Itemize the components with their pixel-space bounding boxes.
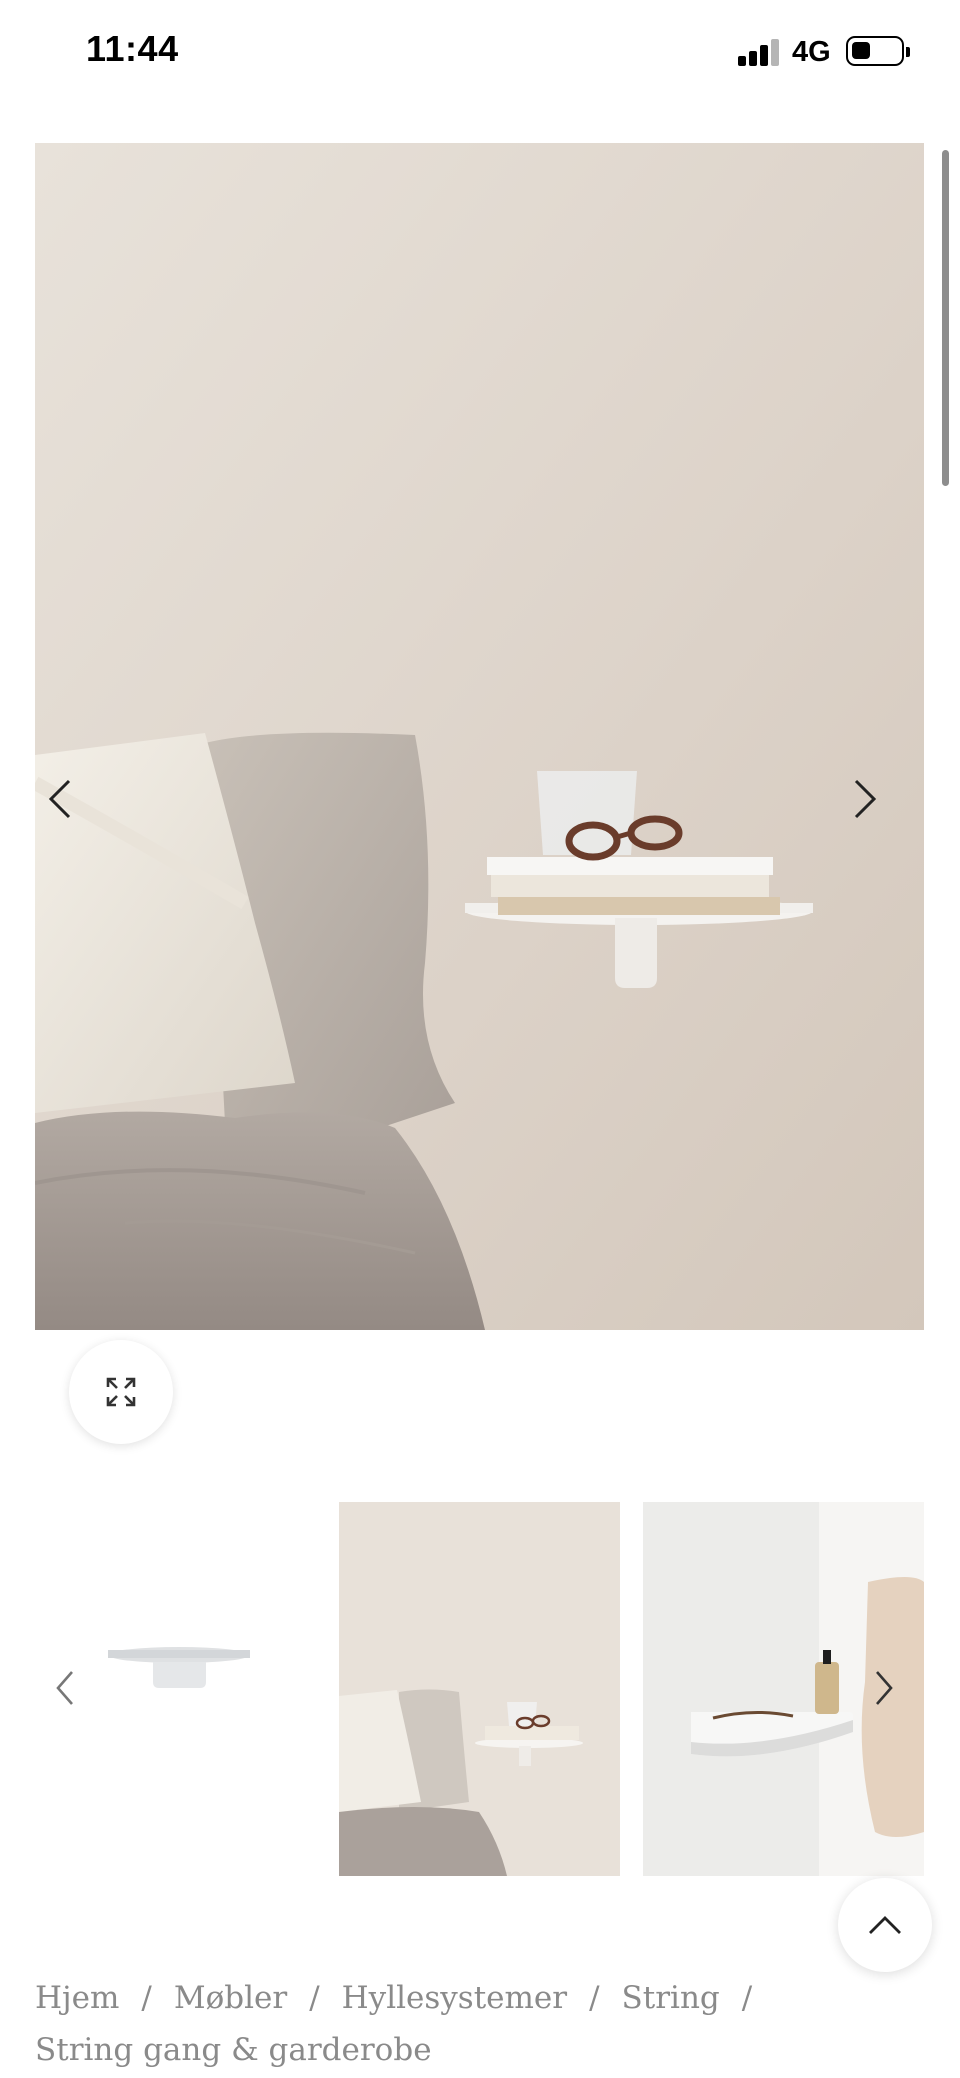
chevron-right-icon bbox=[854, 779, 877, 819]
bedroom-wall-shelf-photo bbox=[35, 143, 924, 1330]
status-time: 11:44 bbox=[86, 28, 179, 69]
breadcrumb-separator: / bbox=[309, 1980, 320, 2016]
chevron-left-icon bbox=[48, 779, 71, 819]
breadcrumb-string[interactable]: String bbox=[622, 1980, 720, 2016]
signal-bars-icon bbox=[738, 38, 782, 66]
network-type: 4G bbox=[792, 36, 831, 68]
breadcrumb-hyllesystemer[interactable]: Hyllesystemer bbox=[342, 1980, 567, 2016]
gallery-next-button[interactable] bbox=[850, 777, 910, 837]
back-to-top-button[interactable] bbox=[838, 1878, 932, 1972]
expand-arrows-icon bbox=[106, 1377, 136, 1407]
chevron-up-icon bbox=[869, 1916, 901, 1934]
breadcrumb-separator: / bbox=[741, 1980, 753, 2016]
status-bar: 11:44 4G bbox=[0, 0, 960, 104]
gallery-prev-button[interactable] bbox=[45, 777, 105, 837]
breadcrumb-current: String gang & garderobe bbox=[35, 2032, 432, 2068]
bedroom-shelf-thumbnail[interactable] bbox=[339, 1502, 620, 1876]
battery-icon bbox=[846, 36, 910, 66]
scrollbar[interactable] bbox=[942, 150, 949, 486]
product-main-image[interactable] bbox=[35, 143, 924, 1330]
breadcrumb: Hjem / Møbler / Hyllesystemer / String / String… bbox=[35, 1972, 895, 2076]
breadcrumb-separator: / bbox=[589, 1980, 600, 2016]
thumbnails-prev-button[interactable] bbox=[40, 1658, 90, 1718]
breadcrumb-mobler[interactable]: Møbler bbox=[174, 1980, 287, 2016]
breadcrumb-home[interactable]: Hjem bbox=[35, 1980, 119, 2016]
expand-image-button[interactable] bbox=[69, 1340, 173, 1444]
thumbnail-strip bbox=[35, 1502, 924, 1876]
chevron-right-icon bbox=[876, 1671, 893, 1705]
thumbnails-next-button[interactable] bbox=[859, 1658, 909, 1718]
chevron-left-icon bbox=[56, 1671, 73, 1705]
breadcrumb-separator: / bbox=[141, 1980, 152, 2016]
